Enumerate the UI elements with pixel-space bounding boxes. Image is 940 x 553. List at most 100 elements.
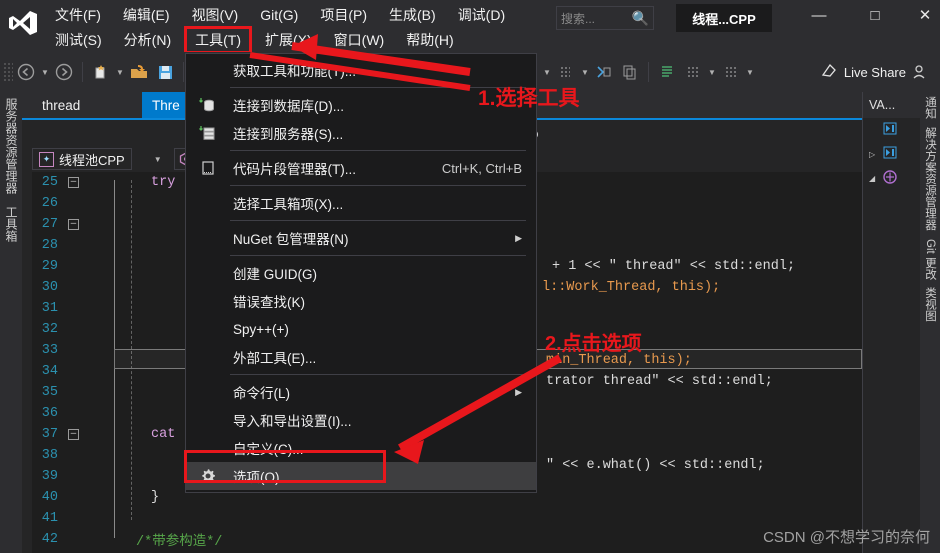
menu-build[interactable]: 生成(B) (378, 2, 447, 28)
minimize-button[interactable]: — (796, 0, 842, 30)
menu-file[interactable]: 文件(F) (44, 2, 112, 28)
menu-bar-row-2: 测试(S) 分析(N) 工具(T) 扩展(X) 窗口(W) 帮助(H) (44, 26, 465, 54)
redo-icon[interactable] (591, 59, 617, 85)
code-line: 30 (22, 277, 68, 298)
search-placeholder: 搜索... (561, 11, 596, 26)
maximize-button[interactable]: □ (852, 0, 898, 30)
sidebar-item-toolbox[interactable]: 工具箱 (0, 200, 23, 248)
right-tool-dock: 通知 解决方案资源管理器 Git 更改 类视图 (920, 92, 940, 553)
outdent-icon[interactable] (718, 59, 744, 85)
sidebar-item-notifications[interactable]: 通知 (920, 92, 940, 123)
code-token: } (151, 490, 160, 505)
line-number: 33 (41, 343, 58, 358)
account-icon[interactable] (906, 59, 932, 85)
code-token: " << e.what() << std::endl; (546, 458, 765, 473)
menu-label: 选择工具箱项(X)... (233, 197, 344, 212)
search-icon: 🔍 (631, 9, 649, 26)
va-list-item[interactable]: ◢ (863, 166, 920, 190)
tools-menu-popup[interactable]: 获取工具和功能(T)... 连接到数据库(D)... 连接到服务器(S)... … (185, 53, 537, 493)
tab-thread[interactable]: thread (32, 92, 91, 118)
live-share-button[interactable]: Live Share (821, 63, 906, 81)
window-title: 线程...CPP (676, 4, 772, 32)
menu-debug[interactable]: 调试(D) (447, 2, 516, 28)
menu-tools[interactable]: 工具(T) (184, 26, 252, 54)
expander-icon[interactable]: ◢ (869, 174, 878, 183)
open-file-icon[interactable] (126, 59, 152, 85)
menu-command-line[interactable]: 命令行(L) ▶ (186, 378, 536, 406)
indent-dropdown-icon[interactable]: ▼ (706, 68, 718, 77)
navigate-back-icon[interactable] (13, 59, 39, 85)
fold-toggle-icon[interactable]: ─ (68, 219, 79, 230)
toolbar-overflow-icon[interactable]: ▼ (541, 68, 553, 77)
menu-import-export-settings[interactable]: 导入和导出设置(I)... (186, 406, 536, 434)
menu-spy-plus-plus[interactable]: Spy++(+) (186, 315, 536, 343)
menu-code-snippets-manager[interactable]: 代码片段管理器(T)... Ctrl+K, Ctrl+B (186, 154, 536, 182)
menu-edit[interactable]: 编辑(E) (112, 2, 181, 28)
indent-icon[interactable] (680, 59, 706, 85)
menu-create-guid[interactable]: 创建 GUID(G) (186, 259, 536, 287)
sidebar-item-solution-explorer[interactable]: 解决方案资源管理器 (920, 123, 940, 235)
search-input[interactable]: 搜索... 🔍 (556, 6, 654, 30)
sidebar-item-git-changes[interactable]: Git 更改 (920, 235, 940, 284)
menu-label: Spy++(+) (233, 321, 289, 337)
save-icon[interactable] (152, 59, 178, 85)
line-number: 35 (41, 385, 58, 400)
fold-toggle-icon[interactable]: ─ (68, 429, 79, 440)
line-number: 32 (41, 322, 58, 337)
menu-label: NuGet 包管理器(N) (233, 232, 349, 247)
breadcrumb[interactable]: ✦ 线程池CPP (32, 148, 132, 170)
live-share-label: Live Share (843, 64, 906, 80)
code-line: 26 (22, 193, 68, 214)
fold-toggle-icon[interactable]: ─ (68, 177, 79, 188)
left-tool-dock: 服务器资源管理器 工具箱 (0, 92, 22, 553)
code-fragment: + 1 << " thread" << std::endl; (552, 256, 795, 277)
outdent-dropdown-icon[interactable]: ▼ (744, 68, 756, 77)
comment-icon[interactable] (654, 59, 680, 85)
menu-separator (230, 150, 526, 151)
menu-options[interactable]: 选项(O)... (186, 462, 536, 490)
code-line: 29 (22, 256, 68, 277)
menu-help[interactable]: 帮助(H) (395, 27, 464, 53)
menu-git[interactable]: Git(G) (249, 2, 309, 28)
menu-get-tools-and-features[interactable]: 获取工具和功能(T)... (186, 56, 536, 84)
va-list-item[interactable]: ▷ (863, 142, 920, 166)
menu-external-tools[interactable]: 外部工具(E)... (186, 343, 536, 371)
menu-customize[interactable]: 自定义(C)... (186, 434, 536, 462)
navigate-back-dropdown-icon[interactable]: ▼ (39, 68, 51, 77)
new-item-icon[interactable] (88, 59, 114, 85)
code-line: 38 (22, 445, 68, 466)
va-list-item[interactable] (863, 118, 920, 142)
sidebar-item-class-view[interactable]: 类视图 (920, 283, 940, 326)
toolbar-separator-1 (82, 62, 83, 82)
menu-shortcut: Ctrl+K, Ctrl+B (441, 160, 522, 176)
code-line: 31 (22, 298, 68, 319)
line-number: 37 (41, 427, 58, 442)
menu-project[interactable]: 项目(P) (309, 2, 378, 28)
expander-icon[interactable]: ▷ (869, 150, 878, 159)
menu-connect-to-server[interactable]: 连接到服务器(S)... (186, 119, 536, 147)
menu-window[interactable]: 窗口(W) (323, 27, 396, 53)
watermark: CSDN @不想学习的奈何 (763, 529, 930, 546)
gear-icon (198, 466, 218, 486)
menu-choose-toolbox-items[interactable]: 选择工具箱项(X)... (186, 189, 536, 217)
menu-extensions[interactable]: 扩展(X) (254, 27, 323, 53)
method-icon (883, 146, 897, 162)
close-button[interactable]: ✕ (902, 0, 940, 30)
line-number: 41 (41, 511, 58, 526)
visual-studio-window: 文件(F) 编辑(E) 视图(V) Git(G) 项目(P) 生成(B) 调试(… (0, 0, 940, 553)
code-token: trator thread" << std::endl; (546, 374, 773, 389)
toolbar-grip[interactable] (3, 62, 13, 82)
menu-analyze[interactable]: 分析(N) (113, 27, 182, 53)
menu-nuget-package-manager[interactable]: NuGet 包管理器(N) ▶ (186, 224, 536, 252)
undo-dropdown-icon[interactable]: ▼ (579, 68, 591, 77)
navigate-forward-icon[interactable] (51, 59, 77, 85)
menu-view[interactable]: 视图(V) (181, 2, 250, 28)
menu-error-lookup[interactable]: 错误查找(K) (186, 287, 536, 315)
chevron-down-icon[interactable]: ▼ (154, 155, 162, 164)
copy-icon[interactable] (617, 59, 643, 85)
new-item-dropdown-icon[interactable]: ▼ (114, 68, 126, 77)
menu-test[interactable]: 测试(S) (44, 27, 113, 53)
sidebar-item-server-explorer[interactable]: 服务器资源管理器 (0, 92, 23, 200)
toolbar-separator-2 (183, 62, 184, 82)
database-icon (198, 95, 218, 115)
